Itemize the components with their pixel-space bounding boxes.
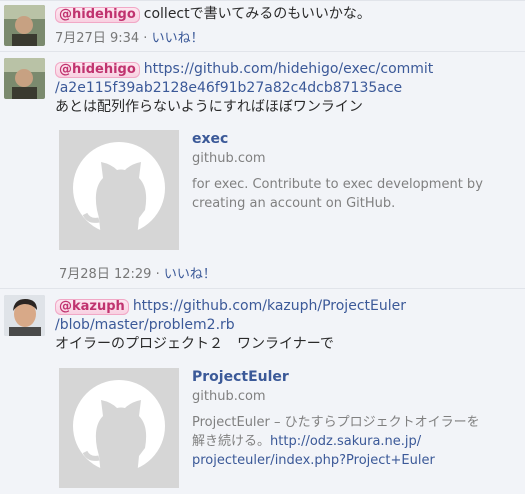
user-mention[interactable]: @kazuph [55,299,129,315]
timestamp[interactable]: 7月27日 9:34 [55,31,139,46]
octocat-icon[interactable] [59,130,179,250]
separator: · [143,31,148,46]
like-link[interactable]: いいね！ [164,267,216,282]
user-mention[interactable]: @hidehigo [55,62,140,78]
preview-link-continued[interactable]: projecteuler/index.php?Project+Euler [192,453,435,468]
preview-domain: github.com [192,389,266,404]
link-preview[interactable]: exec github.com for exec. Contribute to … [59,130,519,252]
separator: · [155,267,160,282]
avatar[interactable] [4,295,45,336]
comment-1: @hidehigo collectで書いてみるのもいいかな。 7月27日 9:34… [0,0,525,51]
preview-description: ProjectEuler – ひたすらプロジェクトオイラーを [192,415,480,430]
user-mention[interactable]: @hidehigo [55,7,140,23]
repo-link-continued[interactable]: /blob/master/problem2.rb [55,317,235,333]
commit-link[interactable]: https://github.com/hidehigo/exec/commit [144,61,434,77]
link-preview[interactable]: ProjectEuler github.com ProjectEuler – ひ… [59,368,519,492]
preview-title[interactable]: ProjectEuler [192,368,522,387]
preview-domain: github.com [192,151,266,166]
preview-title[interactable]: exec [192,130,522,149]
comment-text: collectで書いてみるのもいいかな。 [143,6,371,22]
octocat-icon[interactable] [59,368,179,488]
preview-description: for exec. Contribute to exec development… [192,177,483,192]
preview-description-2: creating an account on GitHub. [192,196,396,211]
like-link[interactable]: いいね！ [152,31,204,46]
comment-3: @kazuph https://github.com/kazuph/Project… [0,288,525,494]
comment-2: @hidehigo https://github.com/hidehigo/exe… [0,51,525,288]
avatar[interactable] [4,58,45,99]
comment-text: オイラーのプロジェクト２ ワンライナーで [55,336,334,352]
preview-link[interactable]: http://odz.sakura.ne.jp/ [270,434,421,449]
comment-text: あとは配列作らないようにすればほぼワンライン [55,99,363,115]
avatar[interactable] [4,5,45,46]
repo-link[interactable]: https://github.com/kazuph/ProjectEuler [133,298,406,314]
timestamp[interactable]: 7月28日 12:29 [59,267,151,282]
commit-link-continued[interactable]: /a2e115f39ab2128e46f91b27a82c4dcb87135ac… [55,80,402,96]
preview-description-2: 解き続ける。 [192,434,271,449]
